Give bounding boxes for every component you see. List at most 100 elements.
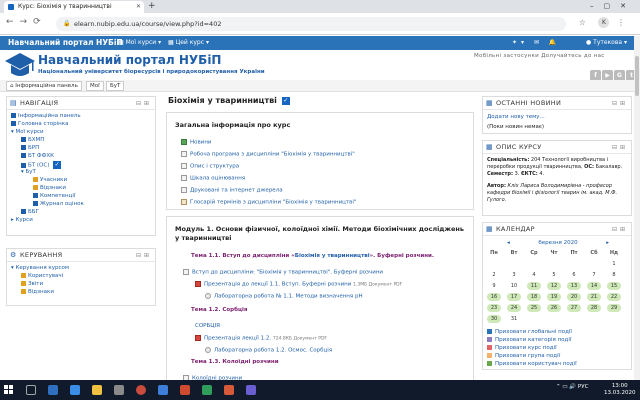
calendar-day-event[interactable]: 23 [487,304,501,312]
block-controls[interactable]: ⊟⊞ [612,97,628,110]
breadcrumb-course[interactable]: БуТ [106,81,125,91]
calendar-day[interactable]: 6 [567,271,581,279]
admin-reports[interactable]: Звіти [21,281,43,288]
nav-course-bt-ffhk[interactable]: БТ ФФХК [21,153,54,160]
calendar-day-event[interactable]: 28 [587,304,601,312]
input-language[interactable]: РУС [578,384,589,390]
calendar-day-event[interactable]: 11 [527,282,541,290]
nav-home[interactable]: Головна сторінка [11,121,68,128]
navbar-icons[interactable]: ✦▾ ✉ 🔔 [512,36,560,50]
nav-my-courses[interactable]: ▾ Мої курси [11,129,44,136]
add-topic-link[interactable]: Додати нову тему... [487,114,545,121]
profile-avatar[interactable]: K [598,17,610,28]
store-icon[interactable] [114,385,124,395]
scrollbar-thumb[interactable] [635,56,639,96]
activity-work-program[interactable]: Робоча програма з дисципліни "Біохімія у… [181,151,355,159]
close-tab-icon[interactable]: ✕ [136,1,141,13]
system-tray[interactable]: ⌃ ▭ 🔊 РУС [556,384,588,390]
activity-lecture-1-1[interactable]: Презентація до лекції 1.1. Вступ. Буферн… [195,281,402,289]
page-scrollbar[interactable] [634,36,640,380]
window-controls[interactable]: –▢✕ [590,0,636,12]
this-course-menu[interactable]: ▦ Цей курс ▾ [168,36,209,50]
app-icon[interactable] [246,385,256,395]
site-name-link[interactable]: Навчальний портал НУБіП [8,36,123,50]
legend-user[interactable]: Приховати користувач події [487,361,577,367]
nav-dashboard[interactable]: Інформаційна панель [11,113,81,120]
activity-description[interactable]: Опис і структура [181,163,239,171]
activity-glossary[interactable]: Глосарій термінів з дисципліни "Біохімія… [181,199,356,207]
calendar-day-event[interactable]: 15 [607,282,621,290]
nav-course-bhmp[interactable]: БХМП [21,137,44,144]
calendar-day[interactable]: 5 [547,271,561,279]
calendar-day-event[interactable]: 19 [547,293,561,301]
checkbox-icon[interactable]: ✓ [281,96,290,105]
calendar-day-event[interactable]: 14 [587,282,601,290]
next-month-icon[interactable]: ▸ [606,239,609,247]
excel-icon[interactable] [202,385,212,395]
activity-grading-scale[interactable]: Шкала оцінювання [181,175,245,183]
activity-news[interactable]: Новини [181,139,212,147]
calendar-day[interactable]: 31 [507,315,521,323]
url-field[interactable]: 🔒 elearn.nubip.edu.ua/course/view.php?id… [56,17,566,31]
calendar-day-event[interactable]: 21 [587,293,601,301]
calendar-day-event[interactable]: 13 [567,282,581,290]
legend-group[interactable]: Приховати група події [487,353,560,359]
calendar-day[interactable]: 10 [507,282,521,290]
nav-competencies[interactable]: Компетенції [33,193,75,200]
chrome-icon[interactable] [136,385,146,395]
calendar-month[interactable]: березня 2020 [538,240,577,246]
browser-tab[interactable]: Курс: Біохімія у тваринництві ✕ [4,1,144,13]
calendar-day-event[interactable]: 24 [507,304,521,312]
prev-month-icon[interactable]: ◂ [507,239,510,247]
browser-actions[interactable]: ☆ K ⋮ [579,17,630,28]
activity-lab-1-2[interactable]: Лабораторна робота 1.2. Осмос. Сорбція [205,347,332,355]
calendar-day-event[interactable]: 25 [527,304,541,312]
admin-badges[interactable]: Відзнаки [21,289,54,296]
calendar-day[interactable]: 2 [487,271,501,279]
calendar-day-event[interactable]: 29 [607,304,621,312]
calendar-day-event[interactable]: 20 [567,293,581,301]
explorer-icon[interactable] [92,385,102,395]
activity-lab-1-1[interactable]: Лабораторна робота № 1.1. Методи визначе… [205,293,363,301]
edge-icon[interactable] [70,385,80,395]
admin-course-admin[interactable]: ▾ Керування курсом [11,265,69,272]
legend-global[interactable]: Приховати глобальні події [487,329,572,335]
nav-course-bbg[interactable]: ББГ [21,209,39,216]
pdf-reader-icon[interactable] [224,385,234,395]
nav-gradebook[interactable]: Журнал оцінок [33,201,84,208]
nav-participants[interactable]: Учасники [33,177,67,184]
calendar-day-event[interactable]: 12 [547,282,561,290]
calendar-day[interactable]: 7 [587,271,601,279]
nav-course-but[interactable]: ▾ БуТ [21,169,36,176]
calendar-day-event[interactable]: 30 [487,315,501,323]
my-courses-menu[interactable]: ▦ Мої курси ▾ [118,36,161,50]
breadcrumb-dashboard[interactable]: ⌂ Інформаційна панель [6,81,82,91]
calendar-day[interactable]: 4 [527,271,541,279]
breadcrumb-my[interactable]: Мої [86,81,104,91]
block-controls[interactable]: ⊟⊞ [136,97,152,110]
nav-course-brp[interactable]: БРП [21,145,39,152]
calendar-day-event[interactable]: 27 [567,304,581,312]
block-controls[interactable]: ⊟⊞ [612,141,628,154]
legend-course[interactable]: Приховати курс події [487,345,557,351]
sorption-label[interactable]: СОРБЦІЯ [195,323,220,329]
legend-category[interactable]: Приховати категорія події [487,337,571,343]
nav-courses[interactable]: ▸ Курси [11,217,33,224]
calendar-day[interactable]: 9 [487,282,501,290]
block-controls[interactable]: ⊟⊞ [612,223,628,236]
clock[interactable]: 13:00 13.03.2020 [604,383,636,397]
nav-buttons[interactable]: ←→⟳ [6,17,47,27]
powerpoint-icon[interactable] [180,385,190,395]
search-icon[interactable] [26,385,36,395]
admin-users[interactable]: Користувачі [21,273,63,280]
calendar-day-event[interactable]: 22 [607,293,621,301]
calendar-day-event[interactable]: 18 [527,293,541,301]
calendar-day-event[interactable]: 17 [507,293,521,301]
calendar-day[interactable]: 8 [607,271,621,279]
word-icon[interactable] [158,385,168,395]
calendar-day-event[interactable]: 26 [547,304,561,312]
topic-1-1-link[interactable]: Біохімія у тваринництві [295,253,370,259]
windows-start-icon[interactable] [4,385,14,395]
task-view-icon[interactable] [48,385,58,395]
block-controls[interactable]: ⊟⊞ [136,249,152,262]
